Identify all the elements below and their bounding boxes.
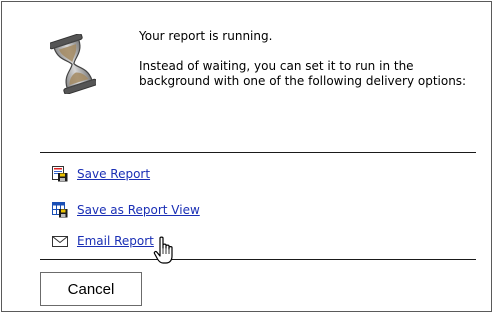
divider-top [40, 152, 476, 153]
email-report-link[interactable]: Email Report [77, 234, 154, 248]
hand-cursor-icon [153, 236, 173, 264]
save-report-link[interactable]: Save Report [77, 167, 150, 181]
save-report-view-icon [52, 202, 68, 218]
running-text: Your report is running. [139, 29, 273, 43]
save-report-view-link[interactable]: Save as Report View [77, 203, 200, 217]
option-save-report[interactable]: Save Report [52, 165, 150, 183]
instructions-text: Instead of waiting, you can set it to ru… [139, 59, 467, 88]
cancel-button[interactable]: Cancel [40, 272, 142, 306]
status-message: Your report is running. Instead of waiti… [139, 29, 469, 89]
divider-bottom [40, 259, 476, 260]
envelope-icon [52, 236, 68, 247]
option-save-report-view[interactable]: Save as Report View [52, 201, 200, 219]
hourglass-icon [50, 34, 96, 94]
option-email-report[interactable]: Email Report [52, 232, 154, 250]
save-report-icon [52, 166, 68, 182]
report-running-dialog: Your report is running. Instead of waiti… [1, 1, 492, 312]
